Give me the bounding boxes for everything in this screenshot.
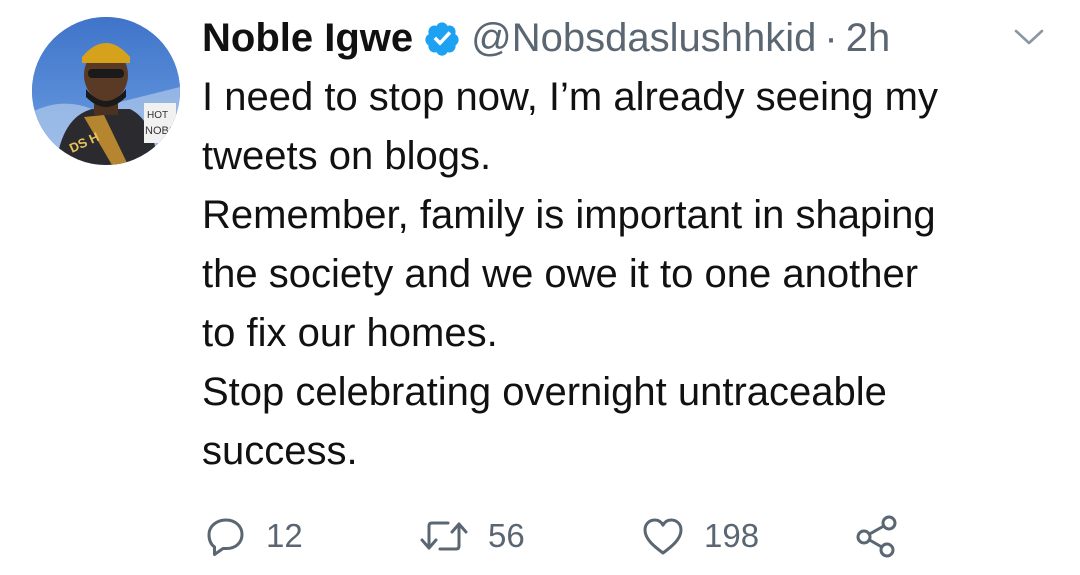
svg-text:HOT: HOT (147, 110, 168, 121)
avatar[interactable]: HOT NOBS DS H (32, 17, 180, 165)
tweet-text-line: I need to stop now, I’m already seeing m… (202, 75, 938, 119)
svg-text:NOBS: NOBS (145, 125, 176, 137)
tweet-header: Noble Igwe @Nobsdaslushhkid · 2h (202, 12, 890, 64)
retweet-button[interactable]: 56 (418, 512, 525, 560)
retweet-count: 56 (488, 517, 525, 554)
heart-icon (643, 518, 683, 555)
share-icon (856, 515, 897, 558)
tweet-text: I need to stop now, I’m already seeing m… (202, 68, 1062, 481)
author-name[interactable]: Noble Igwe (202, 12, 413, 64)
tweet-card[interactable]: HOT NOBS DS H Noble Igwe @Nobsdaslushhki… (0, 0, 1080, 575)
tweet-text-line: Remember, family is important in shaping (202, 193, 936, 237)
tweet-text-line: the society and we owe it to one another (202, 252, 919, 296)
author-handle[interactable]: @Nobsdaslushhkid (471, 12, 816, 64)
header-separator: · (824, 16, 838, 60)
like-count: 198 (704, 517, 760, 554)
tweet-text-line: to fix our homes. (202, 311, 498, 355)
tweet-actions: 12 56 198 (202, 512, 962, 560)
retweet-icon (420, 521, 468, 551)
reply-icon (207, 518, 244, 556)
tweet-text-line: success. (202, 429, 358, 473)
avatar-image: HOT NOBS DS H (32, 17, 180, 165)
like-button[interactable]: 198 (640, 512, 759, 560)
tweet-text-line: Stop celebrating overnight untraceable (202, 370, 887, 414)
chevron-down-icon[interactable] (1012, 26, 1046, 48)
reply-button[interactable]: 12 (204, 512, 303, 560)
tweet-text-line: tweets on blogs. (202, 134, 492, 178)
verified-badge-icon (423, 19, 461, 57)
tweet-timestamp[interactable]: 2h (846, 12, 891, 64)
reply-count: 12 (266, 517, 303, 554)
share-button[interactable] (854, 512, 900, 560)
